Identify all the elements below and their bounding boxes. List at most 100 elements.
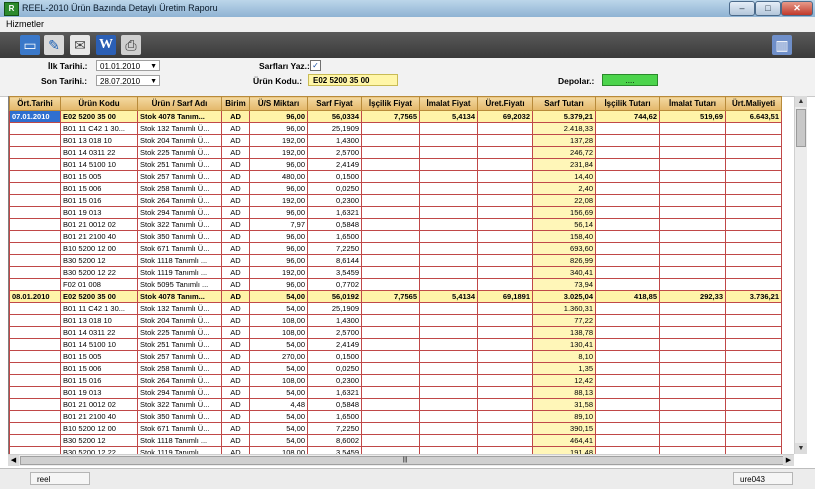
table-cell[interactable]: 108,00 (249, 446, 308, 454)
table-cell[interactable] (419, 146, 478, 159)
table-cell[interactable]: AD (221, 206, 250, 219)
table-cell[interactable] (725, 338, 782, 351)
table-cell[interactable]: 0,0250 (307, 362, 362, 375)
table-cell[interactable] (9, 302, 61, 315)
table-cell[interactable] (659, 374, 726, 387)
table-cell[interactable] (361, 170, 420, 183)
table-cell[interactable] (477, 302, 533, 315)
table-cell[interactable] (725, 182, 782, 195)
table-cell[interactable] (419, 230, 478, 243)
table-cell[interactable]: B01 11 C42 1 30... (60, 302, 138, 315)
table-cell[interactable]: 2,4149 (307, 158, 362, 171)
table-cell[interactable]: AD (221, 278, 250, 291)
table-cell[interactable] (595, 326, 660, 339)
table-cell[interactable] (361, 218, 420, 231)
table-cell[interactable]: 270,00 (249, 350, 308, 363)
table-cell[interactable]: 246,72 (532, 146, 596, 159)
table-cell[interactable]: 1,6321 (307, 386, 362, 399)
table-cell[interactable] (361, 446, 420, 454)
table-cell[interactable]: Stok 225 Tanımlı Ü... (137, 146, 222, 159)
table-cell[interactable] (725, 206, 782, 219)
table-cell[interactable]: 96,00 (249, 122, 308, 135)
table-cell[interactable]: B01 15 005 (60, 170, 138, 183)
material-row[interactable]: B01 15 016 Stok 264 Tanımlı Ü... AD 108,00 0… (9, 374, 782, 387)
table-cell[interactable]: 7,7565 (361, 110, 420, 123)
table-cell[interactable]: AD (221, 146, 250, 159)
table-cell[interactable] (419, 266, 478, 279)
table-cell[interactable] (361, 266, 420, 279)
table-cell[interactable] (725, 254, 782, 267)
table-cell[interactable] (659, 146, 726, 159)
table-cell[interactable] (477, 170, 533, 183)
table-cell[interactable] (361, 422, 420, 435)
table-cell[interactable]: AD (221, 242, 250, 255)
table-cell[interactable]: AD (221, 446, 250, 454)
table-cell[interactable]: 96,00 (249, 206, 308, 219)
table-cell[interactable]: 07.01.2010 (9, 110, 61, 123)
table-cell[interactable]: 22,08 (532, 194, 596, 207)
column-header[interactable]: Sarf Fiyat (307, 96, 362, 111)
table-cell[interactable]: Stok 1118 Tanımlı ... (137, 254, 222, 267)
table-cell[interactable] (477, 122, 533, 135)
table-cell[interactable] (595, 266, 660, 279)
table-cell[interactable] (659, 230, 726, 243)
scroll-up-icon[interactable]: ▲ (795, 96, 807, 107)
table-cell[interactable]: AD (221, 266, 250, 279)
table-cell[interactable] (9, 170, 61, 183)
table-cell[interactable]: 14,40 (532, 170, 596, 183)
table-cell[interactable] (659, 194, 726, 207)
table-cell[interactable] (659, 386, 726, 399)
table-cell[interactable] (361, 242, 420, 255)
table-cell[interactable]: 08.01.2010 (9, 290, 61, 303)
table-cell[interactable] (419, 170, 478, 183)
table-cell[interactable] (725, 158, 782, 171)
table-cell[interactable]: B01 13 018 10 (60, 134, 138, 147)
close-button[interactable]: ✕ (781, 1, 813, 16)
material-row[interactable]: B30 5200 12 22 Stok 1119 Tanımlı ... AD 192… (9, 266, 782, 279)
material-row[interactable]: B01 21 0012 02 Stok 322 Tanımlı Ü... AD 7,9… (9, 218, 782, 231)
table-cell[interactable]: 8,6144 (307, 254, 362, 267)
table-cell[interactable] (361, 302, 420, 315)
table-cell[interactable]: 2,4149 (307, 338, 362, 351)
table-cell[interactable]: 69,1891 (477, 290, 533, 303)
table-cell[interactable]: Stok 264 Tanımlı Ü... (137, 194, 222, 207)
table-cell[interactable] (725, 386, 782, 399)
table-cell[interactable] (419, 314, 478, 327)
table-cell[interactable] (595, 158, 660, 171)
table-cell[interactable] (659, 182, 726, 195)
table-cell[interactable] (595, 422, 660, 435)
table-cell[interactable] (595, 350, 660, 363)
maximize-button[interactable]: □ (755, 1, 781, 16)
table-cell[interactable] (595, 278, 660, 291)
table-cell[interactable]: 2.418,33 (532, 122, 596, 135)
table-cell[interactable]: 464,41 (532, 434, 596, 447)
table-cell[interactable] (361, 410, 420, 423)
table-cell[interactable]: 1,6500 (307, 410, 362, 423)
table-cell[interactable]: AD (221, 170, 250, 183)
table-cell[interactable]: 12,42 (532, 374, 596, 387)
computer-icon[interactable]: ▭ (20, 35, 40, 55)
table-cell[interactable]: AD (221, 386, 250, 399)
table-cell[interactable]: 56,0334 (307, 110, 362, 123)
table-cell[interactable] (9, 266, 61, 279)
sarflari-yaz-checkbox[interactable]: ✓ (310, 60, 321, 71)
table-cell[interactable] (419, 122, 478, 135)
material-row[interactable]: B01 14 0311 22 Stok 225 Tanımlı Ü... AD 192… (9, 146, 782, 159)
table-cell[interactable]: B01 21 2100 40 (60, 230, 138, 243)
table-cell[interactable] (419, 242, 478, 255)
table-cell[interactable]: AD (221, 350, 250, 363)
table-cell[interactable] (419, 362, 478, 375)
table-cell[interactable]: B01 15 006 (60, 362, 138, 375)
table-cell[interactable] (477, 134, 533, 147)
table-cell[interactable]: AD (221, 410, 250, 423)
table-cell[interactable] (419, 350, 478, 363)
table-cell[interactable] (595, 242, 660, 255)
column-header[interactable]: Ü/S Miktarı (249, 96, 308, 111)
table-cell[interactable]: 96,00 (249, 158, 308, 171)
table-cell[interactable]: 292,33 (659, 290, 726, 303)
table-cell[interactable]: AD (221, 134, 250, 147)
table-cell[interactable] (595, 182, 660, 195)
table-cell[interactable]: B01 21 0012 02 (60, 218, 138, 231)
print-icon[interactable]: ⎙ (121, 35, 141, 55)
table-cell[interactable] (725, 218, 782, 231)
